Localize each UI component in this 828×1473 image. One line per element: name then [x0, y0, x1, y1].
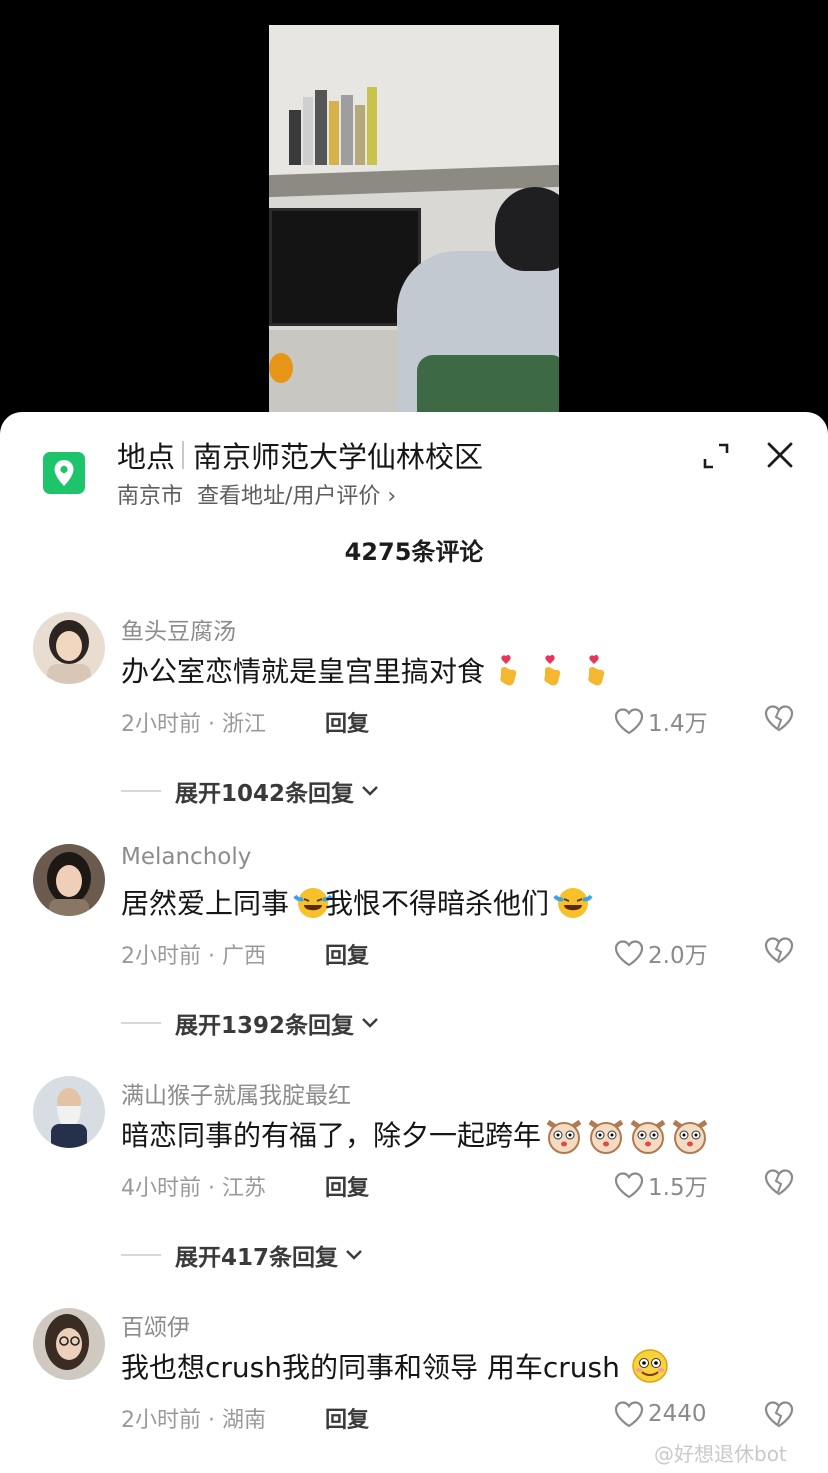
location-name[interactable]: 南京师范大学仙林校区 [193, 434, 483, 476]
location-subtitle: 南京市 查看地址/用户评价 › [117, 478, 396, 510]
avatar[interactable] [33, 844, 105, 916]
comment-text-content: 办公室恋情就是皇宫里搞对食 [121, 655, 486, 688]
reply-button[interactable]: 回复 [325, 1170, 369, 1202]
location-title[interactable]: 地点 南京师范大学仙林校区 [117, 434, 483, 476]
expand-divider [121, 790, 161, 792]
like-button[interactable]: 2.0万 [614, 936, 708, 970]
comments-sheet: 地点 南京师范大学仙林校区 南京市 查看地址/用户评价 › 4275条评论 鱼头豆… [0, 412, 828, 1473]
location-label: 地点 [117, 440, 176, 474]
heart-icon [614, 1172, 644, 1199]
dislike-broken-heart-icon[interactable] [764, 1400, 794, 1432]
dislike-broken-heart-icon[interactable] [764, 704, 794, 736]
close-icon[interactable] [763, 438, 797, 472]
like-button[interactable]: 2440 [614, 1400, 707, 1428]
video-orange [269, 353, 293, 383]
expand-replies-label: 展开1042条回复 [175, 781, 355, 807]
expand-replies-button[interactable]: 展开417条回复 [121, 1238, 364, 1272]
comment-text-content-2: 我恨不得暗杀他们 [325, 887, 550, 920]
comment-username[interactable]: 百颂伊 [121, 1308, 190, 1342]
comment-text: 我也想crush我的同事和领导 用车crush [121, 1346, 670, 1386]
like-count: 1.5万 [648, 1175, 708, 1201]
comment-username[interactable]: 满山猴子就属我腚最红 [121, 1076, 351, 1110]
expand-icon[interactable] [700, 440, 732, 472]
expand-divider [121, 1254, 161, 1256]
expand-replies-button[interactable]: 展开1392条回复 [121, 1006, 380, 1040]
comment-meta: 2小时前 · 浙江 [121, 712, 266, 737]
comment-meta: 2小时前 · 广西 [121, 944, 266, 969]
location-pin-icon[interactable] [43, 452, 85, 494]
heart-icon [614, 940, 644, 967]
dislike-broken-heart-icon[interactable] [764, 1168, 794, 1200]
video-frame[interactable] [269, 25, 559, 425]
dog-face-emoji-icon [545, 1118, 583, 1154]
laugh-cry-emoji-icon [553, 886, 593, 918]
comment-text-content: 我也想crush我的同事和领导 用车crush [121, 1351, 620, 1384]
like-button[interactable]: 1.5万 [614, 1168, 708, 1202]
avatar[interactable] [33, 612, 105, 684]
expand-replies-label: 展开417条回复 [175, 1245, 339, 1271]
avatar[interactable] [33, 1308, 105, 1380]
location-reviews-link[interactable]: 查看地址/用户评价 › [197, 484, 396, 509]
expand-divider [121, 1022, 161, 1024]
expand-replies-button[interactable]: 展开1042条回复 [121, 774, 380, 808]
dog-face-emoji-icon [587, 1118, 625, 1154]
like-count: 2440 [648, 1401, 707, 1427]
comment-text: 办公室恋情就是皇宫里搞对食 [121, 650, 613, 690]
expand-replies-label: 展开1392条回复 [175, 1013, 355, 1039]
chevron-down-icon [362, 1018, 378, 1028]
heart-icon [614, 1401, 644, 1428]
comment-text-content: 居然爱上同事 [121, 887, 290, 920]
dog-face-emoji-icon [629, 1118, 667, 1154]
reply-button[interactable]: 回复 [325, 1402, 369, 1434]
like-button[interactable]: 1.4万 [614, 704, 708, 738]
comment-username[interactable]: 鱼头豆腐汤 [121, 612, 236, 646]
smile-emoji-icon [630, 1348, 670, 1384]
comments-count: 4275条评论 [344, 538, 484, 566]
watermark: @好想退休bot [654, 1442, 787, 1466]
laugh-cry-emoji-icon [293, 886, 333, 918]
chevron-down-icon [346, 1250, 362, 1260]
like-count: 1.4万 [648, 711, 708, 737]
finger-heart-emoji-icon [537, 654, 569, 686]
comment-text-content: 暗恋同事的有福了，除夕一起跨年 [121, 1119, 542, 1152]
avatar[interactable] [33, 1076, 105, 1148]
comment-text: 居然爱上同事 我恨不得暗杀他们 [121, 882, 593, 922]
dog-face-emoji-icon [671, 1118, 709, 1154]
finger-heart-emoji-icon [493, 654, 525, 686]
comment-text: 暗恋同事的有福了，除夕一起跨年 [121, 1114, 709, 1154]
reply-button[interactable]: 回复 [325, 706, 369, 738]
heart-icon [614, 708, 644, 735]
finger-heart-emoji-icon [581, 654, 613, 686]
location-divider [182, 441, 185, 469]
comment-meta: 4小时前 · 江苏 [121, 1176, 266, 1201]
comment-meta: 2小时前 · 湖南 [121, 1408, 266, 1433]
video-person-head [495, 187, 559, 271]
comment-username[interactable]: Melancholy [121, 844, 251, 870]
dislike-broken-heart-icon[interactable] [764, 936, 794, 968]
location-city: 南京市 [117, 484, 184, 509]
like-count: 2.0万 [648, 943, 708, 969]
chevron-down-icon [362, 786, 378, 796]
reply-button[interactable]: 回复 [325, 938, 369, 970]
video-books [289, 85, 379, 165]
